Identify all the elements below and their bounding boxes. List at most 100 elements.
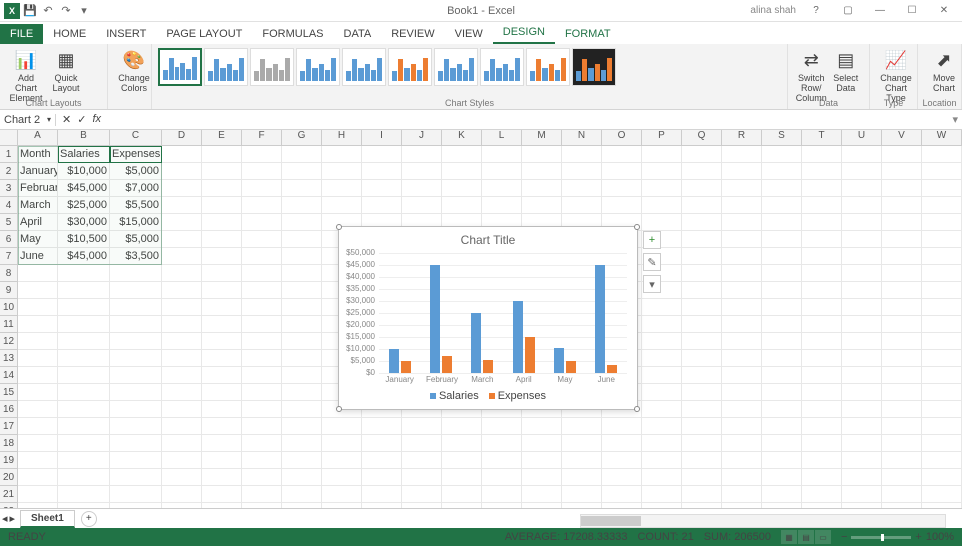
cell[interactable]	[202, 197, 242, 214]
cell[interactable]	[442, 469, 482, 486]
cell[interactable]: $25,000	[58, 197, 110, 214]
bar-salaries[interactable]	[554, 348, 564, 373]
cell[interactable]	[322, 435, 362, 452]
cell[interactable]	[682, 248, 722, 265]
cell[interactable]	[58, 316, 110, 333]
cell[interactable]	[882, 435, 922, 452]
cell[interactable]	[162, 435, 202, 452]
cell[interactable]	[58, 469, 110, 486]
cell[interactable]	[842, 435, 882, 452]
cell[interactable]	[110, 469, 162, 486]
chart-styles-button[interactable]: ✎	[643, 253, 661, 271]
undo-icon[interactable]: ↶	[40, 3, 56, 19]
cell[interactable]	[282, 248, 322, 265]
cell[interactable]	[762, 384, 802, 401]
cell[interactable]	[682, 316, 722, 333]
fx-icon[interactable]: fx	[92, 113, 101, 126]
col-header[interactable]: V	[882, 130, 922, 146]
cell[interactable]	[762, 486, 802, 503]
chart-style-9[interactable]	[526, 48, 570, 86]
cell[interactable]	[922, 452, 962, 469]
cell[interactable]	[202, 316, 242, 333]
tab-home[interactable]: HOME	[43, 24, 96, 44]
cell[interactable]	[110, 333, 162, 350]
cell[interactable]	[18, 367, 58, 384]
chart-plot-area[interactable]: $50,000$45,000$40,000$35,000$30,000$25,0…	[379, 253, 627, 373]
cell[interactable]	[682, 299, 722, 316]
row-header[interactable]: 15	[0, 384, 18, 401]
col-header[interactable]: W	[922, 130, 962, 146]
cell[interactable]	[602, 146, 642, 163]
cell[interactable]	[362, 418, 402, 435]
cell[interactable]	[882, 299, 922, 316]
col-header[interactable]: J	[402, 130, 442, 146]
row-header[interactable]: 6	[0, 231, 18, 248]
col-header[interactable]: I	[362, 130, 402, 146]
row-header[interactable]: 3	[0, 180, 18, 197]
cell[interactable]	[922, 384, 962, 401]
switch-row-col-button[interactable]: ⇄Switch Row/ Column	[794, 46, 829, 103]
cell[interactable]	[802, 265, 842, 282]
cell[interactable]: $45,000	[58, 248, 110, 265]
cell[interactable]	[642, 469, 682, 486]
sheet-tab-1[interactable]: Sheet1	[20, 510, 75, 528]
cell[interactable]	[882, 248, 922, 265]
cell[interactable]	[362, 197, 402, 214]
col-header[interactable]: D	[162, 130, 202, 146]
row-header[interactable]: 10	[0, 299, 18, 316]
expand-formula-icon[interactable]: ▾	[948, 113, 962, 126]
cell[interactable]	[110, 265, 162, 282]
change-chart-type-button[interactable]: 📈Change Chart Type	[876, 46, 916, 103]
cell[interactable]	[242, 333, 282, 350]
cell[interactable]	[922, 265, 962, 282]
cell[interactable]	[722, 418, 762, 435]
cell[interactable]	[402, 418, 442, 435]
cell[interactable]	[362, 469, 402, 486]
cell[interactable]	[58, 333, 110, 350]
cell[interactable]: February	[18, 180, 58, 197]
row-header[interactable]: 12	[0, 333, 18, 350]
zoom-level[interactable]: 100%	[926, 531, 954, 543]
cell[interactable]	[322, 418, 362, 435]
cell[interactable]	[682, 367, 722, 384]
cell[interactable]	[602, 197, 642, 214]
cell[interactable]	[18, 486, 58, 503]
cell[interactable]	[922, 401, 962, 418]
cell[interactable]	[762, 435, 802, 452]
cell[interactable]	[682, 401, 722, 418]
cell[interactable]	[642, 367, 682, 384]
cell[interactable]	[762, 146, 802, 163]
cell[interactable]	[522, 418, 562, 435]
cell[interactable]	[202, 180, 242, 197]
cell[interactable]	[922, 146, 962, 163]
resize-handle[interactable]	[336, 224, 342, 230]
cell[interactable]	[482, 486, 522, 503]
cell[interactable]	[682, 197, 722, 214]
row-header[interactable]: 1	[0, 146, 18, 163]
cell[interactable]	[242, 282, 282, 299]
cell[interactable]	[202, 146, 242, 163]
cell[interactable]	[202, 401, 242, 418]
cell[interactable]	[722, 248, 762, 265]
cell[interactable]	[642, 333, 682, 350]
cell[interactable]	[802, 248, 842, 265]
col-header[interactable]: F	[242, 130, 282, 146]
cell[interactable]	[362, 163, 402, 180]
cell[interactable]	[642, 146, 682, 163]
cell[interactable]	[202, 452, 242, 469]
row-header[interactable]: 9	[0, 282, 18, 299]
add-chart-element-button[interactable]: 📊Add Chart Element	[6, 46, 46, 103]
tab-insert[interactable]: INSERT	[96, 24, 156, 44]
cell[interactable]	[802, 231, 842, 248]
row-header[interactable]: 17	[0, 418, 18, 435]
cell[interactable]	[322, 180, 362, 197]
normal-view-icon[interactable]: ▦	[781, 530, 797, 544]
cell[interactable]: $45,000	[58, 180, 110, 197]
cell[interactable]	[282, 486, 322, 503]
cell[interactable]	[842, 452, 882, 469]
cell[interactable]	[322, 163, 362, 180]
cell[interactable]: $5,000	[110, 231, 162, 248]
cell[interactable]	[842, 367, 882, 384]
cell[interactable]	[642, 299, 682, 316]
horizontal-scrollbar[interactable]	[580, 514, 946, 528]
